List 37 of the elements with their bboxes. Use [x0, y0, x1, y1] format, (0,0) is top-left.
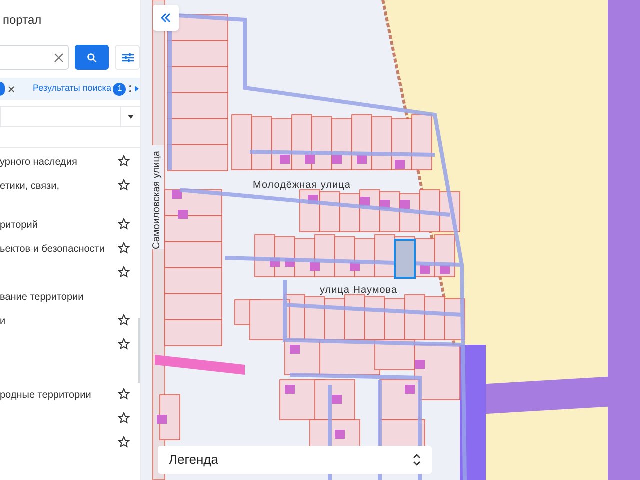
star-icon[interactable] [118, 412, 130, 424]
sliders-icon [122, 52, 134, 62]
star-icon[interactable] [118, 436, 130, 448]
count-badge: 1 [113, 82, 126, 96]
star-icon[interactable] [118, 388, 130, 400]
legend-dropdown[interactable]: Легенда [158, 446, 432, 474]
street-label: Молодёжная улица [253, 179, 351, 193]
star-icon[interactable] [118, 242, 130, 254]
layer-item[interactable]: вание территории [0, 290, 84, 305]
star-icon[interactable] [118, 266, 130, 278]
filter-button[interactable] [115, 45, 140, 70]
layer-item[interactable]: риторий [0, 218, 38, 233]
layer-item[interactable]: урного наследия [0, 155, 78, 170]
caret-icon [128, 114, 134, 118]
star-icon[interactable] [118, 314, 130, 326]
double-chevron-left-icon [161, 13, 171, 23]
close-icon[interactable] [8, 86, 15, 92]
more-icon[interactable] [129, 85, 132, 93]
layer-item[interactable]: етики, связи, [0, 179, 60, 194]
street-label: улица Наумова [320, 284, 398, 298]
layer-item[interactable]: ьектов и безопасности [0, 242, 105, 257]
portal-title: портал [3, 12, 42, 29]
layer-item[interactable]: родные территории [0, 388, 92, 403]
layer-item[interactable]: и [0, 314, 6, 329]
star-icon[interactable] [118, 338, 130, 350]
star-icon[interactable] [118, 179, 130, 191]
search-icon [87, 52, 98, 62]
street-label: Самоиловская улица [150, 146, 164, 250]
map-drawing[interactable] [141, 0, 640, 480]
star-icon[interactable] [118, 155, 130, 167]
collapse-button[interactable] [153, 5, 179, 31]
results-tab[interactable]: Результаты поиска 1 [33, 82, 126, 96]
search-button[interactable] [75, 45, 110, 70]
star-icon[interactable] [118, 218, 130, 230]
clear-icon[interactable] [54, 52, 64, 62]
search-field[interactable] [0, 45, 70, 70]
up-down-chevron-icon [413, 454, 421, 466]
